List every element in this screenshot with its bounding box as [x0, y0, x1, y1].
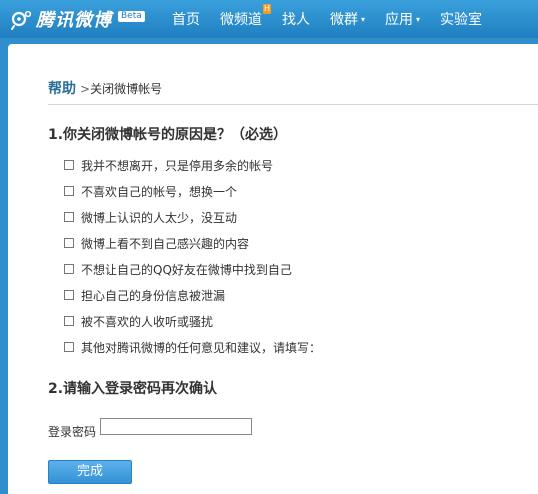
nav-item-label: 微群	[330, 12, 358, 28]
tencent-weibo-logo-icon	[10, 8, 32, 30]
breadcrumb-current: 关闭微博帐号	[90, 82, 163, 96]
nav-item-label: 微频道	[220, 12, 262, 28]
question-1-title: 1.你关闭微博帐号的原因是？（必选）	[48, 127, 288, 143]
reason-option[interactable]: 微博上认识的人太少，没互动	[64, 204, 321, 230]
breadcrumb-help-link[interactable]: 帮助	[48, 78, 76, 98]
reason-checkbox[interactable]	[64, 316, 74, 326]
reason-option[interactable]: 不想让自己的QQ好友在微博中找到自己	[64, 256, 321, 282]
reason-label: 担心自己的身份信息被泄漏	[81, 288, 226, 303]
done-button[interactable]: 完成	[48, 460, 132, 484]
nav-item-home[interactable]: 首页	[172, 9, 200, 29]
top-navigation-bar: 腾讯微博 Beta 首页 微频道 H 找人 微群 ▾ 应用 ▾ 实验室	[0, 0, 538, 38]
reason-checkbox[interactable]	[64, 186, 74, 196]
reason-label: 我并不想离开，只是停用多余的帐号	[81, 158, 274, 173]
breadcrumb-separator: >	[80, 82, 91, 96]
chevron-down-icon: ▾	[416, 14, 421, 24]
reason-checkbox[interactable]	[64, 264, 74, 274]
nav-item-lab[interactable]: 实验室	[440, 9, 482, 29]
content-panel: 帮助 > 关闭微博帐号 1.你关闭微博帐号的原因是？（必选） 我并不想离开，只是…	[8, 44, 538, 494]
reason-options: 我并不想离开，只是停用多余的帐号 不喜欢自己的帐号，想换一个 微博上认识的人太少…	[64, 152, 321, 360]
chevron-down-icon: ▾	[361, 14, 366, 24]
main-nav: 首页 微频道 H 找人 微群 ▾ 应用 ▾ 实验室	[172, 0, 502, 38]
reason-option[interactable]: 微博上看不到自己感兴趣的内容	[64, 230, 321, 256]
nav-item-label: 实验室	[440, 12, 483, 28]
reason-checkbox[interactable]	[64, 212, 74, 222]
nav-item-channels[interactable]: 微频道 H	[220, 4, 271, 29]
breadcrumb: 帮助 > 关闭微博帐号	[48, 78, 538, 105]
password-label: 登录密码	[48, 425, 97, 439]
reason-label: 其他对腾讯微博的任何意见和建议，请填写：	[81, 340, 322, 355]
reason-option[interactable]: 被不喜欢的人收听或骚扰	[64, 308, 321, 334]
nav-item-groups[interactable]: 微群 ▾	[330, 9, 365, 29]
beta-badge: Beta	[118, 10, 145, 22]
reason-option[interactable]: 担心自己的身份信息被泄漏	[64, 282, 321, 308]
nav-item-label: 找人	[282, 12, 310, 28]
reason-label: 不想让自己的QQ好友在微博中找到自己	[81, 262, 292, 277]
hot-badge: H	[262, 4, 271, 14]
reason-option[interactable]: 其他对腾讯微博的任何意见和建议，请填写：	[64, 334, 321, 360]
nav-item-label: 首页	[172, 12, 200, 28]
reason-label: 不喜欢自己的帐号，想换一个	[81, 184, 238, 199]
brand-name: 腾讯微博	[36, 10, 112, 31]
nav-item-find-people[interactable]: 找人	[282, 9, 310, 29]
reason-checkbox[interactable]	[64, 290, 74, 300]
reason-checkbox[interactable]	[64, 160, 74, 170]
password-input[interactable]	[100, 418, 252, 435]
reason-label: 微博上看不到自己感兴趣的内容	[81, 236, 250, 251]
reason-checkbox[interactable]	[64, 342, 74, 352]
reason-label: 微博上认识的人太少，没互动	[81, 210, 238, 225]
reason-option[interactable]: 不喜欢自己的帐号，想换一个	[64, 178, 321, 204]
logo[interactable]: 腾讯微博 Beta	[10, 6, 145, 32]
reason-checkbox[interactable]	[64, 238, 74, 248]
nav-item-label: 应用	[385, 12, 414, 28]
question-2-title: 2.请输入登录密码再次确认	[48, 381, 218, 397]
reason-label: 被不喜欢的人收听或骚扰	[81, 314, 214, 329]
nav-item-apps[interactable]: 应用 ▾	[385, 9, 420, 29]
reason-option[interactable]: 我并不想离开，只是停用多余的帐号	[64, 152, 321, 178]
